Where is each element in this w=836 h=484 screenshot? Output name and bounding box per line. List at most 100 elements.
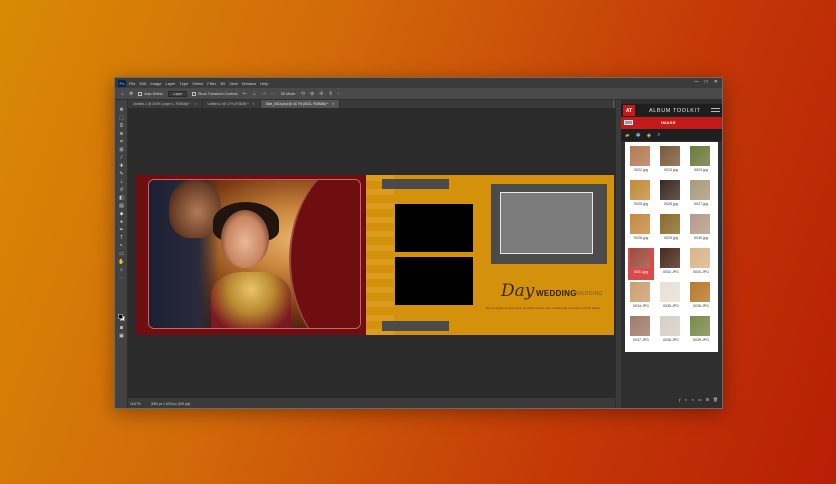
couple-photo[interactable] <box>148 179 361 329</box>
thumbnail-item[interactable]: 0023.jpg <box>658 146 684 178</box>
thumbnail-item[interactable]: 0024.jpg <box>688 146 714 178</box>
blur-tool-icon[interactable]: ◆ <box>118 212 125 217</box>
thumbnail-item[interactable]: 0027.jpg <box>688 180 714 212</box>
lasso-tool-icon[interactable]: ᘐ <box>118 124 125 129</box>
dodge-tool-icon[interactable]: ● <box>118 220 125 225</box>
view-toggle-icon[interactable] <box>624 120 633 125</box>
thumbnail-item[interactable]: 0033.JPG <box>688 248 714 280</box>
show-transform-checkbox[interactable] <box>192 91 197 96</box>
thumbnail-item[interactable]: 0036.JPG <box>688 282 714 314</box>
folder-icon[interactable]: ▰ <box>625 132 630 139</box>
path-select-icon[interactable]: ↖ <box>118 244 125 249</box>
panel-menu-icon[interactable] <box>711 108 720 112</box>
menu-type[interactable]: Type <box>180 81 189 86</box>
thumbnail-item[interactable]: 0032.JPG <box>658 248 684 280</box>
zoom-tool-icon[interactable]: ⌕ <box>118 268 125 273</box>
minimize-icon[interactable]: — <box>694 79 699 85</box>
thumbnail-item[interactable]: 0034.JPG <box>628 282 654 314</box>
align-center-icon[interactable]: ⊥ <box>252 91 256 97</box>
group-icon[interactable]: ▭ <box>698 397 702 402</box>
image-tab[interactable]: IMAGE <box>661 120 676 125</box>
history-brush-icon[interactable]: ↺ <box>118 188 125 193</box>
thumbnail-item[interactable]: 0028.jpg <box>628 214 654 246</box>
thumbnail-image <box>690 146 710 166</box>
new-layer-icon[interactable]: ⊞ <box>706 397 709 402</box>
marquee-tool-icon[interactable]: ⬚ <box>118 116 125 121</box>
align-left-icon[interactable]: ⊢ <box>243 91 247 97</box>
menu-edit[interactable]: Edit <box>139 81 146 86</box>
zoom-level[interactable]: 16.67% <box>130 402 141 406</box>
thumbnail-item[interactable]: 0025.jpg <box>628 180 654 212</box>
tab-close-icon[interactable]: × <box>195 102 197 106</box>
thumbnail-item[interactable]: 0038.JPG <box>658 316 684 348</box>
gradient-tool-icon[interactable]: ▤ <box>118 204 125 209</box>
menu-file[interactable]: File <box>129 81 135 86</box>
settings-icon[interactable]: ✱ <box>636 132 641 139</box>
thumbnail-item[interactable]: 0026.jpg <box>658 180 684 212</box>
thumbnail-item[interactable]: 0039.JPG <box>688 316 714 348</box>
thumbnail-item[interactable]: 0035.JPG <box>658 282 684 314</box>
quick-mask-icon[interactable]: ◙ <box>118 326 125 331</box>
quick-select-tool-icon[interactable]: ⋇ <box>118 132 125 137</box>
move-tool-icon[interactable]: ✥ <box>118 108 125 113</box>
fx-icon[interactable]: ƒ <box>679 397 681 402</box>
album-spread[interactable]: Day WEDDING WEDDING We are together as o… <box>136 175 614 335</box>
photoshop-logo-icon[interactable]: Ps <box>118 79 126 87</box>
pen-tool-icon[interactable]: ✒ <box>118 228 125 233</box>
screen-mode-icon[interactable]: ▣ <box>118 334 125 339</box>
menu-window[interactable]: Window <box>242 81 256 86</box>
tab-untitled-2[interactable]: Untitled-2 @ 17% (RGB/8) * × <box>203 100 261 108</box>
photo-slot-bottom[interactable] <box>395 257 473 305</box>
healing-tool-icon[interactable]: ✚ <box>118 164 125 169</box>
mask-icon[interactable]: ◐ <box>685 397 687 402</box>
adjustment-icon[interactable]: ◑ <box>691 397 693 402</box>
align-right-icon[interactable]: ⊣ <box>261 91 265 97</box>
close-icon[interactable]: ✕ <box>714 79 718 85</box>
photo-slot-top[interactable] <box>395 204 473 252</box>
thumbnail-item[interactable]: 0031.jpg <box>628 248 654 280</box>
thumbnail-item[interactable]: 0029.jpg <box>658 214 684 246</box>
menu-select[interactable]: Select <box>192 81 203 86</box>
thumbnail-item[interactable]: 0022.jpg <box>628 146 654 178</box>
3d-pan-icon[interactable]: ✣ <box>319 91 323 97</box>
3d-scale-icon[interactable]: ▫ <box>338 91 340 97</box>
tab-side-0013[interactable]: Side_0013.psd @ 16.7% (0021, RGB/8#) * × <box>260 100 341 108</box>
3d-rotate-icon[interactable]: ⟲ <box>301 91 305 97</box>
shape-tool-icon[interactable]: ▭ <box>118 252 125 257</box>
menu-3d[interactable]: 3D <box>220 81 225 86</box>
layer-select[interactable]: Layer <box>168 90 188 97</box>
trash-icon[interactable]: 🗑 <box>713 397 718 402</box>
menu-filter[interactable]: Filter <box>207 81 216 86</box>
menu-image[interactable]: Image <box>150 81 161 86</box>
type-tool-icon[interactable]: T <box>118 236 125 241</box>
search-icon[interactable]: ⌕ <box>657 132 660 139</box>
tab-close-icon[interactable]: × <box>253 102 255 106</box>
eraser-tool-icon[interactable]: ◧ <box>118 196 125 201</box>
thumbnail-item[interactable]: 0037.JPG <box>628 316 654 348</box>
thumbnail-item[interactable]: 0030.jpg <box>688 214 714 246</box>
auto-select-label: Auto-Select: <box>144 91 164 96</box>
more-tools-icon[interactable]: ⋯ <box>118 276 125 281</box>
hand-tool-icon[interactable]: ✋ <box>118 260 125 265</box>
tab-close-icon[interactable]: × <box>332 102 334 106</box>
tab-untitled-1[interactable]: Untitled-1 @ 300% (Layer 1, RGB/8#) * × <box>128 100 203 108</box>
maximize-icon[interactable]: □ <box>705 79 708 85</box>
brush-tool-icon[interactable]: ✎ <box>118 172 125 177</box>
menu-help[interactable]: Help <box>260 81 268 86</box>
move-tool-icon[interactable]: ✥ <box>129 91 133 97</box>
layers-icon[interactable]: ◈ <box>647 132 652 139</box>
auto-select-checkbox[interactable] <box>138 91 143 96</box>
stamp-tool-icon[interactable]: ⊥ <box>118 180 125 185</box>
menu-view[interactable]: View <box>229 81 238 86</box>
canvas-workspace[interactable]: Day WEDDING WEDDING We are together as o… <box>128 108 615 398</box>
crop-tool-icon[interactable]: ⌗ <box>118 140 125 145</box>
home-icon[interactable]: ⌂ <box>121 91 124 97</box>
3d-slide-icon[interactable]: ⇕ <box>328 91 332 97</box>
frame-tool-icon[interactable]: ⊠ <box>118 148 125 153</box>
more-options-icon[interactable]: ⋯ <box>271 91 276 97</box>
eyedropper-tool-icon[interactable]: ⁄ <box>118 156 125 161</box>
3d-roll-icon[interactable]: ⊕ <box>310 91 314 97</box>
foreground-color-swatch[interactable] <box>118 314 123 319</box>
photo-frame-inner[interactable] <box>500 192 593 254</box>
menu-layer[interactable]: Layer <box>165 81 175 86</box>
